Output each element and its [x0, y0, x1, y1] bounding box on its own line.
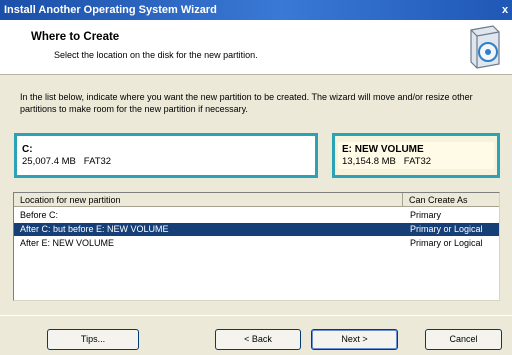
- row-location: Before C:: [20, 210, 59, 220]
- row-location: After C: but before E: NEW VOLUME: [20, 224, 169, 234]
- close-icon[interactable]: x: [498, 2, 512, 18]
- page-subtitle: Select the location on the disk for the …: [54, 50, 258, 60]
- next-button[interactable]: Next >: [311, 329, 398, 350]
- back-button[interactable]: < Back: [215, 329, 301, 350]
- row-create-as: Primary or Logical: [410, 238, 483, 248]
- partition-e[interactable]: E: NEW VOLUME 13,154.8 MB FAT32: [332, 133, 500, 178]
- row-location: After E: NEW VOLUME: [20, 238, 115, 248]
- page-title: Where to Create: [31, 31, 120, 43]
- list-row-after-e[interactable]: After E: NEW VOLUME Primary or Logical: [14, 237, 499, 250]
- wizard-header: Where to Create Select the location on t…: [0, 20, 512, 75]
- partition-e-info: 13,154.8 MB FAT32: [342, 156, 432, 167]
- partition-c-info: 25,007.4 MB FAT32: [22, 156, 112, 167]
- disk-drive-icon: [459, 24, 503, 70]
- column-header-location[interactable]: Location for new partition: [14, 193, 403, 207]
- instructions-text: In the list below, indicate where you wa…: [20, 92, 473, 114]
- location-list[interactable]: Location for new partition Can Create As…: [13, 192, 500, 301]
- list-row-before-c[interactable]: Before C: Primary: [14, 209, 499, 222]
- cancel-button[interactable]: Cancel: [425, 329, 502, 350]
- tips-button[interactable]: Tips...: [47, 329, 139, 350]
- row-create-as: Primary or Logical: [410, 224, 483, 234]
- column-header-create-as[interactable]: Can Create As: [404, 193, 499, 207]
- list-row-after-c[interactable]: After C: but before E: NEW VOLUME Primar…: [14, 223, 499, 236]
- footer-divider: [0, 315, 512, 316]
- partition-c[interactable]: C: 25,007.4 MB FAT32: [14, 133, 318, 178]
- title-bar[interactable]: Install Another Operating System Wizard …: [0, 0, 512, 20]
- row-create-as: Primary: [410, 210, 441, 220]
- list-header: Location for new partition Can Create As: [14, 193, 499, 207]
- window-title: Install Another Operating System Wizard: [4, 4, 217, 16]
- partition-c-name: C:: [22, 144, 33, 155]
- partition-e-name: E: NEW VOLUME: [342, 144, 424, 155]
- wizard-window: Install Another Operating System Wizard …: [0, 0, 512, 355]
- partition-map: C: 25,007.4 MB FAT32 E: NEW VOLUME 13,15…: [14, 133, 500, 178]
